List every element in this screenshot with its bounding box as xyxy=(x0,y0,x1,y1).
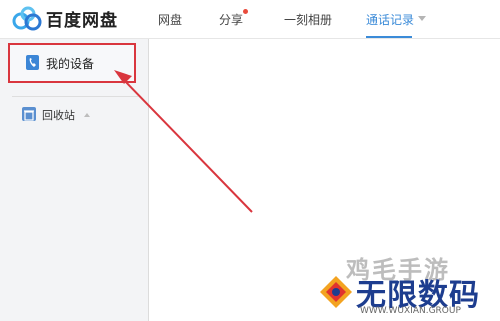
watermark: 鸡毛手游 无限数码 WWW.WUXIAN.GROUP xyxy=(316,250,500,321)
sidebar: 我的设备 回收站 xyxy=(0,39,149,321)
nav-tab-moments-album[interactable]: 一刻相册 xyxy=(284,11,332,28)
nav-tab-call-log[interactable]: 通话记录 xyxy=(366,11,414,28)
notification-dot xyxy=(243,9,248,14)
sidebar-item-label: 我的设备 xyxy=(46,57,95,71)
watermark-url: WWW.WUXIAN.GROUP xyxy=(360,306,461,316)
nav-tab-share[interactable]: 分享 xyxy=(219,11,243,28)
chevron-down-icon[interactable] xyxy=(418,16,426,21)
active-tab-indicator xyxy=(366,36,412,38)
sidebar-divider xyxy=(12,96,138,97)
sidebar-item-my-devices[interactable]: 我的设备 xyxy=(8,43,136,83)
chevron-up-icon[interactable] xyxy=(84,113,90,117)
top-header: 百度网盘 网盘 分享 一刻相册 通话记录 xyxy=(0,0,500,39)
app-title: 百度网盘 xyxy=(46,11,118,31)
nav-tab-netdisk[interactable]: 网盘 xyxy=(158,11,182,28)
phone-icon xyxy=(26,55,39,70)
sidebar-item-recycle-bin[interactable]: 回收站 xyxy=(22,105,142,125)
baidu-netdisk-logo-icon xyxy=(12,6,42,31)
sidebar-item-label: 回收站 xyxy=(42,109,75,122)
trash-icon xyxy=(22,107,36,121)
